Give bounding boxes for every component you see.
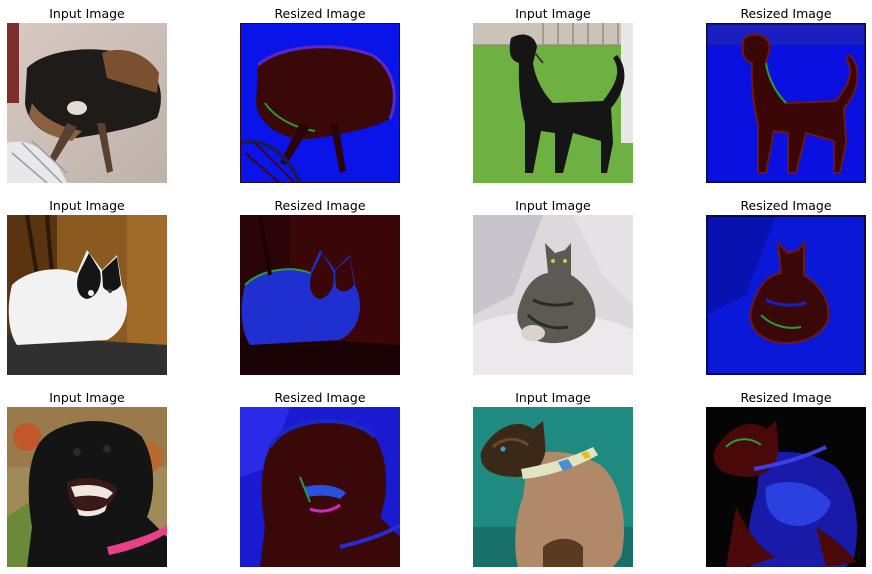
input-image-barking-dog (7, 407, 167, 567)
panel-title: Resized Image (740, 6, 832, 21)
input-image-standing-dog (473, 23, 633, 183)
panel-title: Input Image (515, 198, 591, 213)
panel-title: Input Image (49, 198, 125, 213)
input-image-tabby-cat (473, 215, 633, 375)
panel-title: Resized Image (274, 390, 366, 405)
panel-title: Input Image (49, 6, 125, 21)
input-image-black-white-cat (7, 215, 167, 375)
panel-title: Resized Image (274, 6, 366, 21)
panel-title: Resized Image (740, 390, 832, 405)
panel-title: Resized Image (274, 198, 366, 213)
panel-title: Input Image (49, 390, 125, 405)
resized-image-sleeping-dog (240, 23, 400, 183)
input-image-siamese-cat (473, 407, 633, 567)
resized-image-siamese-cat (706, 407, 866, 567)
panel-title: Input Image (515, 390, 591, 405)
panel-title: Input Image (515, 6, 591, 21)
resized-image-black-white-cat (240, 215, 400, 375)
resized-image-standing-dog (706, 23, 866, 183)
input-image-sleeping-dog (7, 23, 167, 183)
resized-image-tabby-cat (706, 215, 866, 375)
resized-image-barking-dog (240, 407, 400, 567)
panel-title: Resized Image (740, 198, 832, 213)
